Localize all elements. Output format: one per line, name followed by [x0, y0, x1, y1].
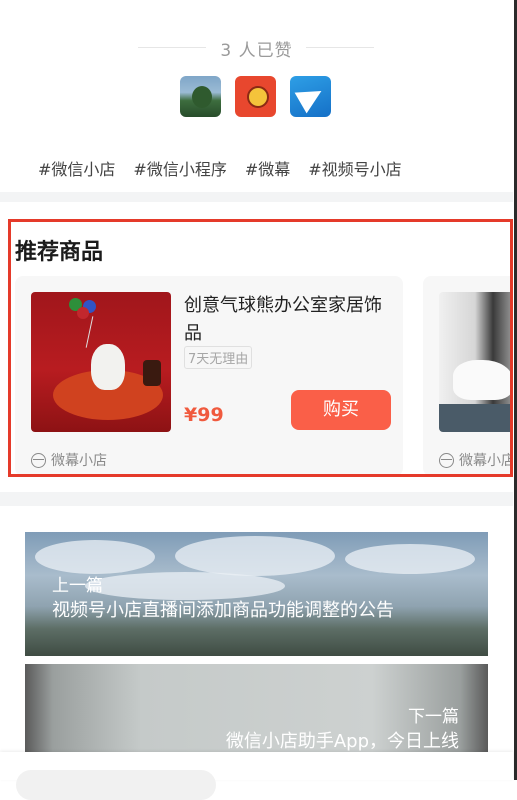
divider-right — [306, 47, 374, 48]
next-article-card[interactable]: 下一篇 微信小店助手App，今日上线 — [25, 664, 488, 764]
avatar[interactable] — [290, 76, 331, 117]
product-card[interactable]: 创意气球熊办公室家居饰品 7天无理由 ¥99 购买 微幕小店 — [15, 276, 403, 474]
recommend-title: 推荐商品 — [15, 240, 104, 265]
avatar[interactable] — [235, 76, 276, 117]
store-icon — [439, 452, 454, 468]
likes-section: 3 人已赞 — [0, 36, 513, 61]
recommend-section: 推荐商品 创意气球熊办公室家居饰品 7天无理由 ¥99 购买 微幕小店 微幕小店 — [8, 219, 513, 477]
tag-link[interactable]: #微信小程序 — [133, 156, 226, 180]
prev-title[interactable]: 视频号小店直播间添加商品功能调整的公告 — [52, 596, 394, 622]
product-image[interactable] — [439, 292, 510, 432]
tag-link[interactable]: #微信小店 — [38, 156, 115, 180]
product-price: ¥99 — [184, 404, 224, 426]
store-name: 微幕小店 — [459, 453, 513, 469]
buy-button[interactable]: 购买 — [291, 390, 391, 430]
tag-link[interactable]: #视频号小店 — [308, 156, 401, 180]
prev-label: 上一篇 — [52, 576, 103, 596]
prev-article-card[interactable]: 上一篇 视频号小店直播间添加商品功能调整的公告 — [25, 532, 488, 656]
store-name: 微幕小店 — [51, 453, 107, 469]
product-name[interactable]: 创意气球熊办公室家居饰品 — [184, 292, 388, 348]
store-icon — [31, 452, 46, 468]
comment-input[interactable] — [16, 770, 216, 800]
return-policy-badge: 7天无理由 — [184, 346, 253, 369]
next-label: 下一篇 — [408, 707, 459, 727]
store-link[interactable]: 微幕小店 — [439, 450, 513, 470]
next-title[interactable]: 微信小店助手App，今日上线 — [226, 727, 459, 753]
section-divider — [0, 192, 513, 202]
liker-avatars — [180, 76, 331, 117]
section-divider — [0, 492, 513, 506]
tag-link[interactable]: #微幕 — [245, 156, 290, 180]
product-card[interactable]: 微幕小店 — [423, 276, 513, 474]
store-link[interactable]: 微幕小店 — [31, 450, 107, 470]
product-image[interactable] — [31, 292, 171, 432]
likes-count: 3 人已赞 — [220, 41, 293, 61]
avatar[interactable] — [180, 76, 221, 117]
tag-list: #微信小店 #微信小程序 #微幕 #视频号小店 — [38, 156, 402, 180]
